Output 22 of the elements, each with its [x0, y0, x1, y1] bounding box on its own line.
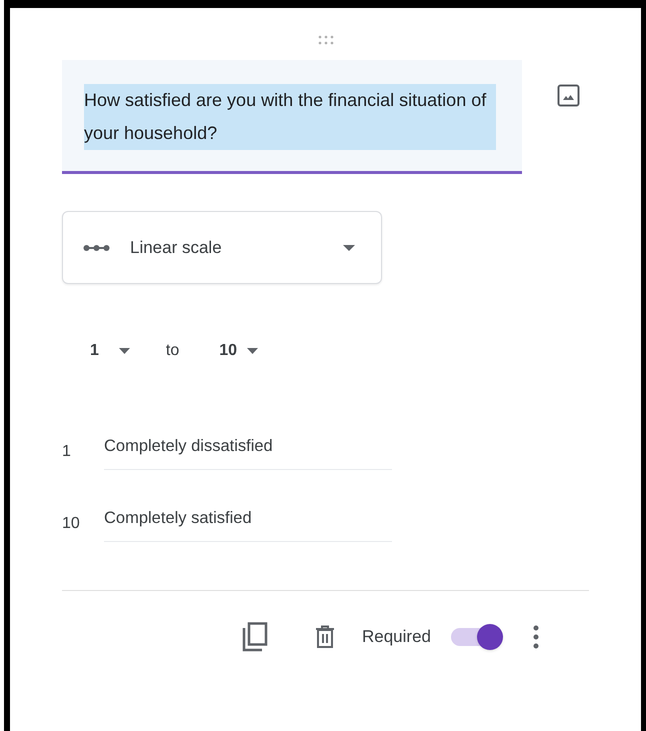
scale-label-field[interactable]: Completely dissatisfied: [104, 434, 392, 470]
required-label: Required: [362, 626, 431, 648]
question-field[interactable]: How satisfied are you with the financial situation of your household?: [62, 60, 522, 174]
question-text: How satisfied are you with the financial situation of your household?: [84, 84, 496, 150]
duplicate-icon[interactable]: [242, 622, 268, 652]
scale-min-dropdown[interactable]: 1: [86, 339, 134, 363]
more-options-icon[interactable]: [533, 624, 539, 648]
required-toggle[interactable]: [449, 622, 503, 650]
caret-icon: [118, 348, 130, 354]
scale-separator: to: [166, 341, 180, 361]
caret-icon: [343, 244, 355, 250]
scale-max-dropdown[interactable]: 10: [215, 339, 262, 363]
image-icon[interactable]: [557, 84, 580, 107]
delete-icon[interactable]: [315, 624, 335, 648]
caret-icon: [247, 348, 258, 354]
scale-label-field[interactable]: Completely satisfied: [104, 506, 392, 542]
question-type-label: Linear scale: [130, 236, 223, 259]
scale-number: 10: [62, 514, 81, 534]
drag-handle-icon[interactable]: [318, 35, 334, 45]
question-type-dropdown[interactable]: Linear scale: [62, 211, 382, 284]
linear-scale-icon: [83, 244, 110, 252]
scale-number: 1: [62, 442, 72, 462]
